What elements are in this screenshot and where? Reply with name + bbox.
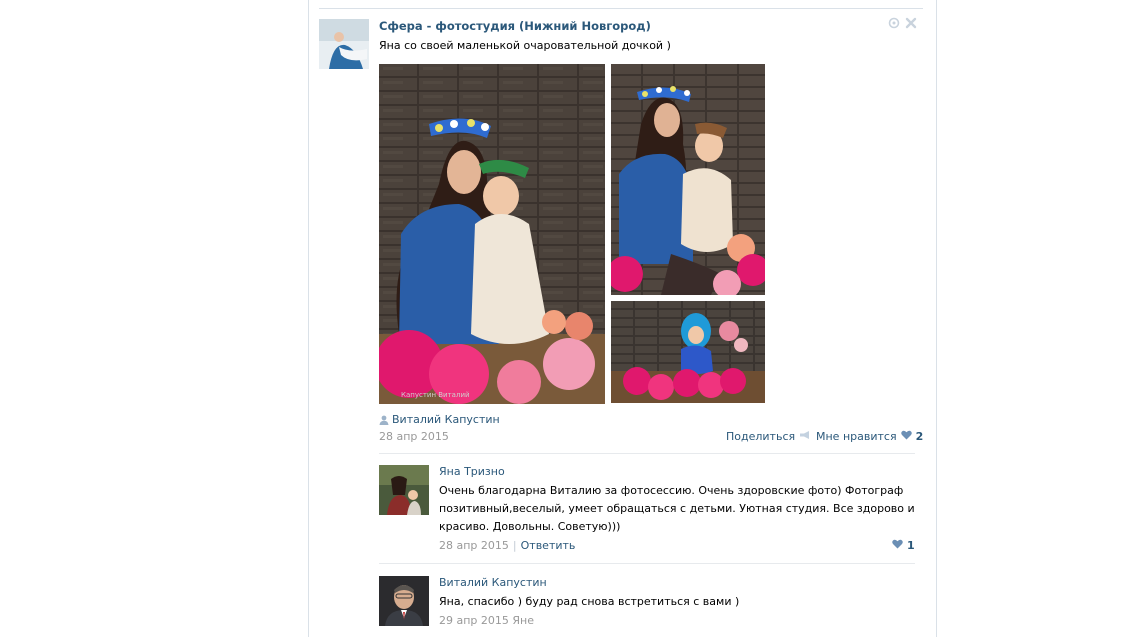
- comment-like-button[interactable]: 1: [892, 539, 915, 552]
- column-border-left: [308, 0, 309, 637]
- post-avatar[interactable]: [319, 19, 369, 69]
- user-icon: [379, 415, 389, 425]
- photo-watermark: Капустин Виталий: [401, 391, 470, 399]
- post-photo-2[interactable]: [611, 64, 765, 295]
- comment-date[interactable]: 29 апр 2015 Яне: [439, 614, 534, 627]
- comment-avatar[interactable]: [379, 465, 429, 515]
- comment-meta: 28 апр 2015 | Ответить: [439, 539, 575, 552]
- comment-text: Очень благодарна Виталию за фотосессию. …: [439, 484, 915, 533]
- comment-author[interactable]: Виталий Капустин: [439, 576, 547, 589]
- comment-avatar[interactable]: [379, 576, 429, 626]
- share-label[interactable]: Поделиться: [726, 430, 795, 443]
- post-photo-1[interactable]: Капустин Виталий: [379, 64, 605, 404]
- comment-date[interactable]: 28 апр 2015: [439, 539, 509, 552]
- post-signer[interactable]: Виталий Капустин: [379, 413, 500, 426]
- separator: |: [512, 539, 517, 552]
- column-border-right: [936, 0, 937, 637]
- post-photo-3[interactable]: [611, 301, 765, 403]
- divider: [379, 563, 915, 564]
- reply-button[interactable]: Ответить: [521, 539, 576, 552]
- post-signer-name[interactable]: Виталий Капустин: [392, 413, 500, 426]
- divider: [319, 8, 923, 9]
- post-text: Яна со своей маленькой очаровательной до…: [379, 39, 671, 52]
- megaphone-icon: [799, 430, 811, 443]
- like-button[interactable]: Мне нравится 2: [816, 430, 923, 443]
- like-count: 2: [915, 430, 924, 443]
- comment-text: Яна, спасибо ) буду рад снова встретитьс…: [439, 595, 740, 608]
- post-date[interactable]: 28 апр 2015: [379, 430, 449, 443]
- heart-icon: [900, 430, 912, 443]
- comment-author[interactable]: Яна Тризно: [439, 465, 505, 478]
- share-button[interactable]: Поделиться: [726, 430, 811, 443]
- like-label[interactable]: Мне нравится: [816, 430, 897, 443]
- heart-icon: [892, 539, 903, 552]
- post-author[interactable]: Сфера - фотостудия (Нижний Новгород): [379, 19, 651, 33]
- divider: [379, 453, 915, 454]
- comment-like-count: 1: [907, 539, 915, 552]
- close-icon[interactable]: [905, 17, 917, 29]
- settings-icon[interactable]: [888, 17, 900, 29]
